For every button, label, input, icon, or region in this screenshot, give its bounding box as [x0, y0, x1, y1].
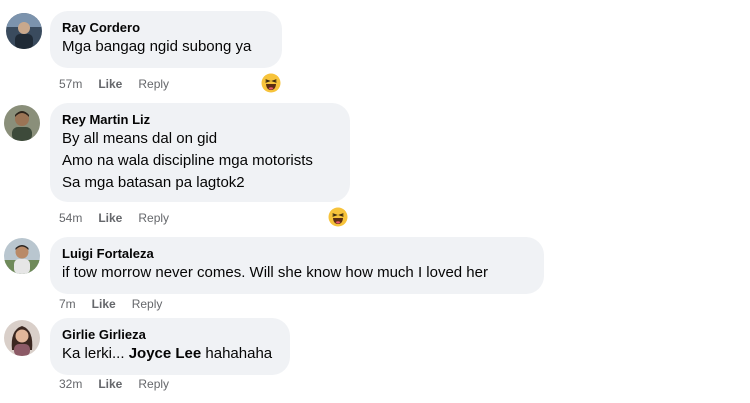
comment-bubble: Rey Martin Liz By all means dal on gid A… [50, 103, 350, 202]
avatar-photo [4, 320, 40, 356]
comment-bubble: Luigi Fortaleza if tow morrow never come… [50, 237, 544, 294]
comment-text: Mga bangag ngid subong ya [62, 38, 252, 55]
like-button[interactable]: Like [92, 296, 116, 312]
comment-timestamp[interactable]: 57m [59, 76, 82, 92]
comment-bubble: Girlie Girlieza Ka lerki... Joyce Lee ha… [50, 318, 290, 375]
mention-link[interactable]: Joyce Lee [129, 345, 202, 362]
comment-author[interactable]: Ray Cordero [62, 19, 270, 36]
comment-text: if tow morrow never comes. Will she know… [62, 264, 488, 281]
comment-actions: 32m Like Reply [59, 376, 169, 392]
avatar-girlie-girlieza[interactable] [4, 320, 40, 356]
like-button[interactable]: Like [98, 376, 122, 392]
comment-author[interactable]: Luigi Fortaleza [62, 245, 532, 262]
reply-button[interactable]: Reply [138, 376, 169, 392]
reply-button[interactable]: Reply [138, 210, 169, 226]
comment-author[interactable]: Girlie Girlieza [62, 326, 278, 343]
comment-timestamp[interactable]: 32m [59, 376, 82, 392]
comment-text: Ka lerki... Joyce Lee hahahaha [62, 343, 278, 365]
avatar-photo [4, 238, 40, 274]
avatar-luigi-fortaleza[interactable] [4, 238, 40, 274]
comment-text-line: By all means dal on gid [62, 130, 218, 147]
avatar-photo [6, 13, 42, 49]
reply-button[interactable]: Reply [138, 76, 169, 92]
comment-bubble: Ray Cordero Mga bangag ngid subong ya [50, 11, 282, 68]
comment-actions: 7m Like Reply [59, 296, 162, 312]
comment-actions: 57m Like Reply [59, 76, 169, 92]
avatar-rey-martin-liz[interactable] [4, 105, 40, 141]
like-button[interactable]: Like [98, 76, 122, 92]
comment-text-suffix: hahahaha [201, 345, 273, 362]
comment-text-line: Amo na wala discipline mga motorists [62, 152, 313, 169]
like-button[interactable]: Like [98, 210, 122, 226]
comment-actions: 54m Like Reply [59, 210, 169, 226]
comment-timestamp[interactable]: 7m [59, 296, 76, 312]
avatar-ray-cordero[interactable] [6, 13, 42, 49]
comment-text-prefix: Ka lerki... [62, 345, 129, 362]
avatar-photo [4, 105, 40, 141]
reply-button[interactable]: Reply [132, 296, 163, 312]
comment-text-line: Sa mga batasan pa lagtok2 [62, 174, 245, 191]
haha-reaction-icon[interactable] [328, 207, 348, 227]
haha-reaction-icon[interactable] [261, 73, 281, 93]
comment-author[interactable]: Rey Martin Liz [62, 111, 338, 128]
comment-timestamp[interactable]: 54m [59, 210, 82, 226]
